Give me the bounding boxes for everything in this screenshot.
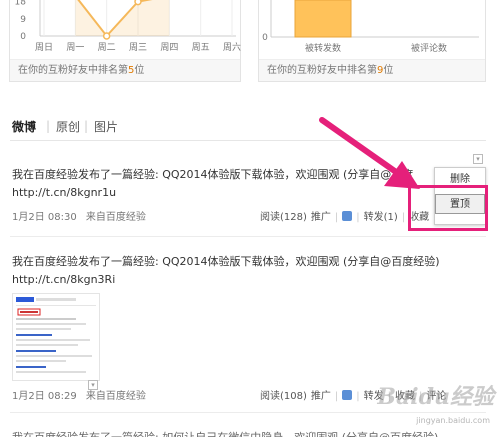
- like-icon[interactable]: [342, 211, 353, 221]
- post-divider: [10, 236, 486, 237]
- post-date[interactable]: 1月2日 08:29: [12, 391, 77, 402]
- tab-divider: |: [46, 119, 51, 133]
- x-tick-label: 被评论数: [411, 42, 447, 54]
- bar: [294, 0, 352, 38]
- post-link[interactable]: http://t.cn/8kgn3Ri: [12, 271, 486, 289]
- y-tick-label: 0: [262, 33, 268, 43]
- highlight-box: [408, 185, 488, 231]
- post-menu-chevron-icon[interactable]: ▾: [473, 154, 483, 164]
- rank-prefix: 在你的互粉好友中排名第: [18, 65, 128, 76]
- x-tick-label: 周六: [223, 41, 241, 53]
- x-tick-label: 被转发数: [305, 42, 341, 54]
- data-point: [102, 32, 111, 40]
- rank-prefix: 在你的互粉好友中排名第: [267, 65, 377, 76]
- rank-footer: 在你的互粉好友中排名第9位: [259, 59, 485, 81]
- promote-link[interactable]: 推广: [311, 391, 331, 402]
- x-tick-label: 周二: [98, 42, 116, 53]
- rank-footer: 在你的互粉好友中排名第5位: [10, 59, 240, 81]
- action-divider: |: [401, 212, 406, 223]
- interaction-stats-card: 被转发数被评论数10 在你的互粉好友中排名第9位: [258, 0, 486, 82]
- read-count: 阅读(128): [260, 212, 307, 223]
- rank-suffix: 位: [383, 65, 394, 76]
- tab-divider: |: [84, 119, 89, 133]
- watermark-url: jingyan.baidu.com: [416, 416, 490, 425]
- weekly-activity-card: 0 9 18 周日 周一 周二 周三 周四 周五 周六 在你的互粉好友中排名第5位: [9, 0, 241, 82]
- post-text: 我在百度经验发布了一篇经验: QQ2014体验版下载体验，欢迎围观 (分享自@百…: [12, 255, 440, 268]
- tab-images[interactable]: 图片: [94, 118, 118, 135]
- interaction-bar-chart: 被转发数被评论数10: [262, 0, 479, 54]
- tab-original[interactable]: 原创: [56, 118, 80, 135]
- x-tick-label: 周四: [160, 42, 178, 53]
- data-point: [134, 0, 142, 6]
- post-source[interactable]: 来自百度经验: [86, 391, 146, 402]
- post-image-thumbnail[interactable]: [12, 293, 100, 381]
- x-tick-label: 周日: [35, 42, 53, 53]
- post-source[interactable]: 来自百度经验: [86, 212, 146, 223]
- tab-weibo[interactable]: 微博: [12, 118, 36, 135]
- y-tick-label: 18: [15, 0, 27, 8]
- tabs-divider: [10, 140, 486, 141]
- forward-link[interactable]: 转发(1): [364, 212, 398, 223]
- action-divider: |: [356, 391, 360, 402]
- rank-suffix: 位: [134, 65, 145, 76]
- x-tick-label: 周一: [66, 42, 84, 53]
- action-divider: |: [334, 212, 339, 223]
- promote-link[interactable]: 推广: [311, 212, 331, 223]
- post-divider: [10, 412, 486, 413]
- y-tick-label: 9: [20, 15, 26, 25]
- action-divider: |: [356, 212, 360, 223]
- post-date[interactable]: 1月2日 08:30: [12, 212, 77, 223]
- x-tick-label: 周五: [192, 42, 210, 53]
- image-expand-icon[interactable]: ▾: [88, 380, 98, 390]
- action-divider: |: [334, 391, 339, 402]
- baidu-watermark-logo: Baidu经验: [377, 384, 494, 410]
- like-icon[interactable]: [342, 390, 353, 400]
- webpage-screenshot-image: [13, 294, 99, 380]
- read-count: 阅读(108): [260, 391, 307, 402]
- weekly-line-chart: 0 9 18 周日 周一 周二 周三 周四 周五 周六: [15, 0, 241, 53]
- x-tick-label: 周三: [129, 42, 147, 53]
- y-tick-label: 0: [20, 32, 26, 42]
- post-text: 我在百度经验发布了一篇经验: QQ2014体验版下载体验，欢迎围观 (分享自@百…: [12, 168, 414, 181]
- post-text-partial: 我在百度经验发布了一篇经验: 如何让自己在微信中隐身，欢迎围观 (分享自@百度经…: [12, 429, 438, 437]
